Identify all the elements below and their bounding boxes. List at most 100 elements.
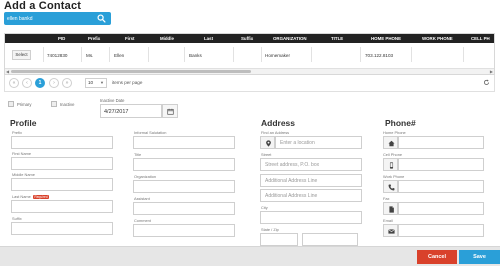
cancel-button[interactable]: Cancel: [417, 250, 457, 264]
calendar-button[interactable]: [162, 104, 178, 118]
phone-section-title: Phone#: [385, 118, 416, 128]
col-divider: [360, 47, 361, 62]
zip-input[interactable]: [302, 233, 358, 246]
table-row[interactable]: Select 74012830 Ms. Ellen Banks Homemake…: [5, 43, 494, 66]
col-first[interactable]: First: [125, 36, 135, 41]
address-line-2-input[interactable]: Additional Address Line: [260, 174, 362, 187]
col-home-phone[interactable]: HOME PHONE: [371, 36, 401, 41]
email-input[interactable]: [398, 224, 484, 237]
required-badge: Required: [32, 194, 50, 199]
cell-pid: 74012830: [47, 53, 68, 58]
results-grid: PID Prefix First Middle Last Suffix ORGA…: [4, 33, 495, 75]
assistant-field[interactable]: [133, 202, 235, 215]
comment-field[interactable]: [133, 224, 235, 237]
col-divider: [81, 47, 82, 62]
col-last[interactable]: Last: [204, 36, 213, 41]
prefix-field[interactable]: [11, 136, 113, 149]
cell-first: Ellen: [114, 53, 125, 58]
primary-checkbox[interactable]: [8, 101, 14, 107]
document-icon: [389, 206, 394, 213]
inactive-checkbox[interactable]: [51, 101, 57, 107]
cell-prefix: Ms.: [86, 53, 94, 58]
last-page-button[interactable]: »: [62, 78, 72, 88]
scrollbar-thumb[interactable]: [11, 70, 251, 73]
title-field[interactable]: [133, 158, 235, 171]
last-name-field[interactable]: [11, 200, 113, 213]
col-divider: [184, 47, 185, 62]
col-cell-phone[interactable]: CELL PH: [471, 36, 490, 41]
find-address-label: Find an Address: [261, 130, 290, 135]
cell-phone-input[interactable]: [398, 158, 484, 171]
comment-label: Comment: [134, 218, 151, 223]
col-divider: [148, 47, 149, 62]
refresh-icon[interactable]: [483, 79, 490, 86]
inactive-date-label: Inactive Date: [100, 98, 125, 103]
first-name-field[interactable]: [11, 157, 113, 170]
footer-bar: Cancel Save: [0, 246, 500, 266]
cell-organization: Homemaker: [265, 53, 291, 58]
col-divider: [43, 47, 44, 62]
cell-last: Banks: [189, 53, 202, 58]
work-phone-input[interactable]: [398, 180, 484, 193]
scroll-left-icon[interactable]: ◀: [6, 69, 9, 74]
home-phone-label: Home Phone: [383, 130, 406, 135]
next-page-button[interactable]: ›: [49, 78, 59, 88]
col-organization[interactable]: ORGANIZATION: [273, 36, 307, 41]
work-phone-addon: [383, 180, 398, 193]
select-row-button[interactable]: Select: [12, 50, 31, 60]
col-prefix[interactable]: Prefix: [88, 36, 100, 41]
grid-pager: « ‹ 1 › » 10 ▼ items per page: [4, 75, 495, 92]
page-size-value: 10: [88, 80, 94, 85]
scroll-right-icon[interactable]: ▶: [490, 69, 493, 74]
fax-label: Fax: [383, 196, 390, 201]
informal-salutation-label: Informal Salutation: [134, 130, 167, 135]
search-icon[interactable]: [97, 14, 106, 23]
work-phone-label: Work Phone: [383, 174, 405, 179]
items-per-page-label: items per page: [112, 80, 143, 85]
col-middle[interactable]: Middle: [160, 36, 174, 41]
mobile-phone-icon: [389, 162, 394, 169]
col-work-phone[interactable]: WORK PHONE: [422, 36, 453, 41]
col-pid[interactable]: PID: [58, 36, 65, 41]
address-section-title: Address: [261, 118, 296, 128]
col-title[interactable]: TITLE: [331, 36, 343, 41]
inactive-date-field[interactable]: 4/27/2017: [100, 104, 162, 118]
chevron-down-icon: ▼: [100, 80, 104, 85]
city-input[interactable]: [260, 211, 362, 224]
col-divider: [411, 47, 412, 62]
calendar-icon: [167, 108, 174, 115]
col-suffix[interactable]: Suffix: [241, 36, 253, 41]
location-addon: [260, 136, 275, 149]
email-addon: [383, 224, 398, 237]
cell-phone-addon: [383, 158, 398, 171]
cell-home-phone: 703.122.8103: [365, 53, 394, 58]
contact-search[interactable]: [4, 12, 111, 25]
cell-phone-label: Cell Phone: [383, 152, 403, 157]
first-page-button[interactable]: «: [9, 78, 19, 88]
page-size-select[interactable]: 10 ▼: [85, 78, 107, 88]
save-button[interactable]: Save: [459, 250, 500, 264]
find-address-input[interactable]: Enter a location: [275, 136, 362, 149]
organization-field[interactable]: [133, 180, 235, 193]
street-input[interactable]: Street address, P.O. box: [260, 158, 362, 171]
street-label: Street: [261, 152, 272, 157]
address-line-3-input[interactable]: Additional Address Line: [260, 189, 362, 202]
prefix-label: Prefix: [12, 130, 22, 135]
city-label: City: [261, 205, 268, 210]
informal-salutation-field[interactable]: [133, 136, 235, 149]
last-name-label-text: Last Name: [12, 194, 31, 199]
grid-header: PID Prefix First Middle Last Suffix ORGA…: [5, 34, 494, 43]
home-phone-input[interactable]: [398, 136, 484, 149]
grid-horizontal-scrollbar[interactable]: ◀ ▶: [5, 68, 494, 74]
search-input[interactable]: [7, 14, 91, 23]
page-1-button[interactable]: 1: [35, 78, 45, 88]
fax-input[interactable]: [398, 202, 484, 215]
state-input[interactable]: [260, 233, 298, 246]
col-divider: [233, 47, 234, 62]
prev-page-button[interactable]: ‹: [22, 78, 32, 88]
middle-name-field[interactable]: [11, 178, 113, 191]
home-phone-addon: [383, 136, 398, 149]
phone-icon: [388, 184, 395, 191]
fax-addon: [383, 202, 398, 215]
suffix-field[interactable]: [11, 222, 113, 235]
